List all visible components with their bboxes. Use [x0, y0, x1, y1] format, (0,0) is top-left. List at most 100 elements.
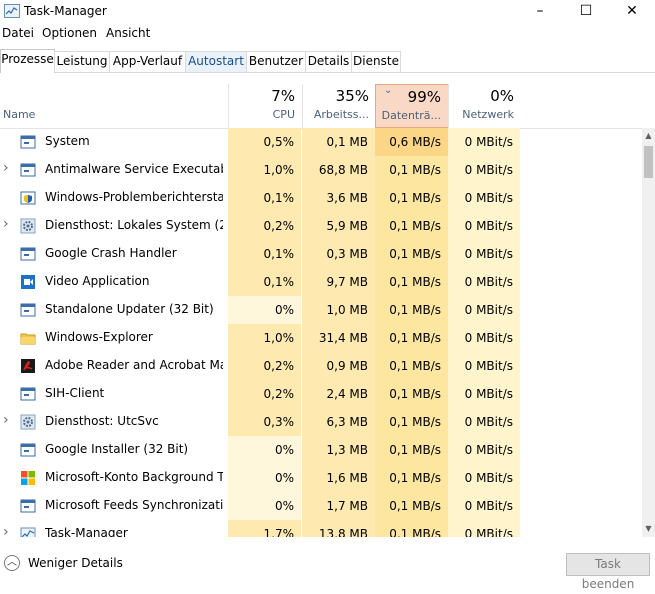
- process-cpu-cell: 0,5%: [228, 128, 301, 156]
- process-row[interactable]: › Diensthost: UtcSvc 0,3% 6,3 MB 0,1 MB/s 0 M…: [0, 408, 642, 436]
- process-name: Antimalware Service Executable: [45, 162, 223, 176]
- process-row[interactable]: › Task-Manager 1,7% 13,8 MB 0,1 MB/s 0 MBit/s: [0, 520, 642, 537]
- process-disk-cell: 0,1 MB/s: [375, 520, 448, 537]
- process-cpu-cell: 1,0%: [228, 156, 301, 184]
- chevron-down-icon: ⌄: [384, 85, 393, 96]
- chevron-up-icon[interactable]: ︿: [4, 555, 20, 571]
- tab-prozesse[interactable]: Prozesse: [0, 49, 55, 73]
- process-row[interactable]: Google Installer (32 Bit) 0% 1,3 MB 0,1 MB/…: [0, 436, 642, 464]
- process-net-cell: 0 MBit/s: [448, 520, 520, 537]
- process-name: Video Application: [45, 274, 150, 288]
- process-name: Google Installer (32 Bit): [45, 442, 189, 456]
- process-row[interactable]: Windows-Explorer 1,0% 31,4 MB 0,1 MB/s 0 MBi…: [0, 324, 642, 352]
- menu-datei[interactable]: Datei: [2, 26, 34, 40]
- window-title: Task-Manager: [24, 4, 107, 18]
- scroll-up-icon[interactable]: ▲: [642, 128, 655, 144]
- shield-icon: [20, 190, 36, 206]
- window-icon: [20, 498, 36, 514]
- process-name: Google Crash Handler: [45, 246, 177, 260]
- process-net-cell: 0 MBit/s: [448, 240, 520, 268]
- process-disk-cell: 0,1 MB/s: [375, 212, 448, 240]
- process-name: Windows-Explorer: [45, 330, 153, 344]
- process-net-cell: 0 MBit/s: [448, 212, 520, 240]
- menu-optionen[interactable]: Optionen: [42, 26, 97, 40]
- process-mem-cell: 1,7 MB: [302, 492, 375, 520]
- tab-bar: Prozesse Leistung App-Verlauf Autostart …: [0, 49, 655, 73]
- scrollbar-thumb[interactable]: [644, 146, 653, 178]
- minimize-button[interactable]: –: [517, 0, 563, 24]
- process-mem-cell: 6,3 MB: [302, 408, 375, 436]
- process-mem-cell: 3,6 MB: [302, 184, 375, 212]
- column-disk-header[interactable]: ⌄ 99% Datenträ...: [375, 84, 449, 128]
- process-disk-cell: 0,6 MB/s: [375, 128, 448, 156]
- process-mem-cell: 2,4 MB: [302, 380, 375, 408]
- process-mem-cell: 0,9 MB: [302, 352, 375, 380]
- chevron-right-icon[interactable]: ›: [3, 412, 11, 428]
- process-row[interactable]: Video Application 0,1% 9,7 MB 0,1 MB/s 0 MBi…: [0, 268, 642, 296]
- process-disk-cell: 0,1 MB/s: [375, 268, 448, 296]
- chevron-right-icon[interactable]: ›: [3, 160, 11, 176]
- process-net-cell: 0 MBit/s: [448, 268, 520, 296]
- menu-ansicht[interactable]: Ansicht: [106, 26, 150, 40]
- process-mem-cell: 1,0 MB: [302, 296, 375, 324]
- process-mem-cell: 31,4 MB: [302, 324, 375, 352]
- process-cpu-cell: 0%: [228, 464, 301, 492]
- process-name: Task-Manager: [45, 526, 128, 537]
- footer: ︿ Weniger Details Task beenden: [0, 545, 655, 591]
- process-cpu-cell: 0%: [228, 296, 301, 324]
- process-row[interactable]: Standalone Updater (32 Bit) 0% 1,0 MB 0,1 M…: [0, 296, 642, 324]
- process-net-cell: 0 MBit/s: [448, 352, 520, 380]
- process-row[interactable]: › Diensthost: Lokales System (2) 0,2% 5,9 M…: [0, 212, 642, 240]
- process-net-cell: 0 MBit/s: [448, 184, 520, 212]
- tab-app-verlauf[interactable]: App-Verlauf: [109, 51, 186, 72]
- column-name-header[interactable]: Name: [3, 108, 35, 121]
- maximize-button[interactable]: ☐: [563, 0, 609, 24]
- process-cpu-cell: 0,1%: [228, 240, 301, 268]
- column-memory-header[interactable]: 35% Arbeitss...: [302, 84, 376, 128]
- process-disk-cell: 0,1 MB/s: [375, 324, 448, 352]
- process-row[interactable]: System 0,5% 0,1 MB 0,6 MB/s 0 MBit/s: [0, 128, 642, 156]
- chevron-right-icon[interactable]: ›: [3, 216, 11, 232]
- tab-benutzer[interactable]: Benutzer: [246, 51, 306, 72]
- taskmanager-icon: [20, 526, 36, 537]
- process-cpu-cell: 0,3%: [228, 408, 301, 436]
- column-header: Name 7% CPU 35% Arbeitss... ⌄ 99% Datent…: [0, 84, 655, 129]
- process-disk-cell: 0,1 MB/s: [375, 464, 448, 492]
- tab-autostart[interactable]: Autostart: [185, 51, 247, 72]
- scroll-down-icon[interactable]: ▼: [642, 521, 655, 537]
- process-name: Microsoft-Konto Background T...: [45, 470, 223, 484]
- tab-leistung[interactable]: Leistung: [54, 51, 110, 72]
- process-name: Windows-Problemberichterstat...: [45, 190, 223, 204]
- process-mem-cell: 13,8 MB: [302, 520, 375, 537]
- gear-icon: [20, 414, 36, 430]
- process-row[interactable]: SIH-Client 0,2% 2,4 MB 0,1 MB/s 0 MBit/s: [0, 380, 642, 408]
- window-icon: [20, 386, 36, 402]
- tab-details[interactable]: Details: [305, 51, 352, 72]
- process-row[interactable]: Google Crash Handler 0,1% 0,3 MB 0,1 MB/s 0 …: [0, 240, 642, 268]
- close-button[interactable]: ✕: [609, 0, 655, 24]
- tab-dienste[interactable]: Dienste: [351, 51, 401, 72]
- chevron-right-icon[interactable]: ›: [3, 524, 11, 537]
- process-mem-cell: 0,3 MB: [302, 240, 375, 268]
- process-row[interactable]: Adobe Reader and Acrobat Ma... 0,2% 0,9 MB…: [0, 352, 642, 380]
- gear-icon: [20, 218, 36, 234]
- process-mem-cell: 5,9 MB: [302, 212, 375, 240]
- cpu-label: CPU: [272, 108, 295, 121]
- process-row[interactable]: › Antimalware Service Executable 1,0% 68,8 …: [0, 156, 642, 184]
- process-row[interactable]: Microsoft-Konto Background T... 0% 1,6 MB 0…: [0, 464, 642, 492]
- process-row[interactable]: Microsoft Feeds Synchronization 0% 1,7 MB 0…: [0, 492, 642, 520]
- window-icon: [20, 442, 36, 458]
- process-cpu-cell: 0,2%: [228, 352, 301, 380]
- process-row[interactable]: Windows-Problemberichterstat... 0,1% 3,6 M…: [0, 184, 642, 212]
- column-cpu-header[interactable]: 7% CPU: [228, 84, 302, 128]
- process-name: System: [45, 134, 90, 148]
- column-network-header[interactable]: 0% Netzwerk: [448, 84, 521, 128]
- process-net-cell: 0 MBit/s: [448, 408, 520, 436]
- vertical-scrollbar[interactable]: ▲ ▼: [642, 128, 655, 537]
- fewer-details-link[interactable]: Weniger Details: [28, 556, 123, 570]
- process-disk-cell: 0,1 MB/s: [375, 492, 448, 520]
- end-task-button[interactable]: Task beenden: [566, 553, 650, 591]
- process-net-cell: 0 MBit/s: [448, 156, 520, 184]
- process-name: Microsoft Feeds Synchronization: [45, 498, 223, 512]
- process-cpu-cell: 1,0%: [228, 324, 301, 352]
